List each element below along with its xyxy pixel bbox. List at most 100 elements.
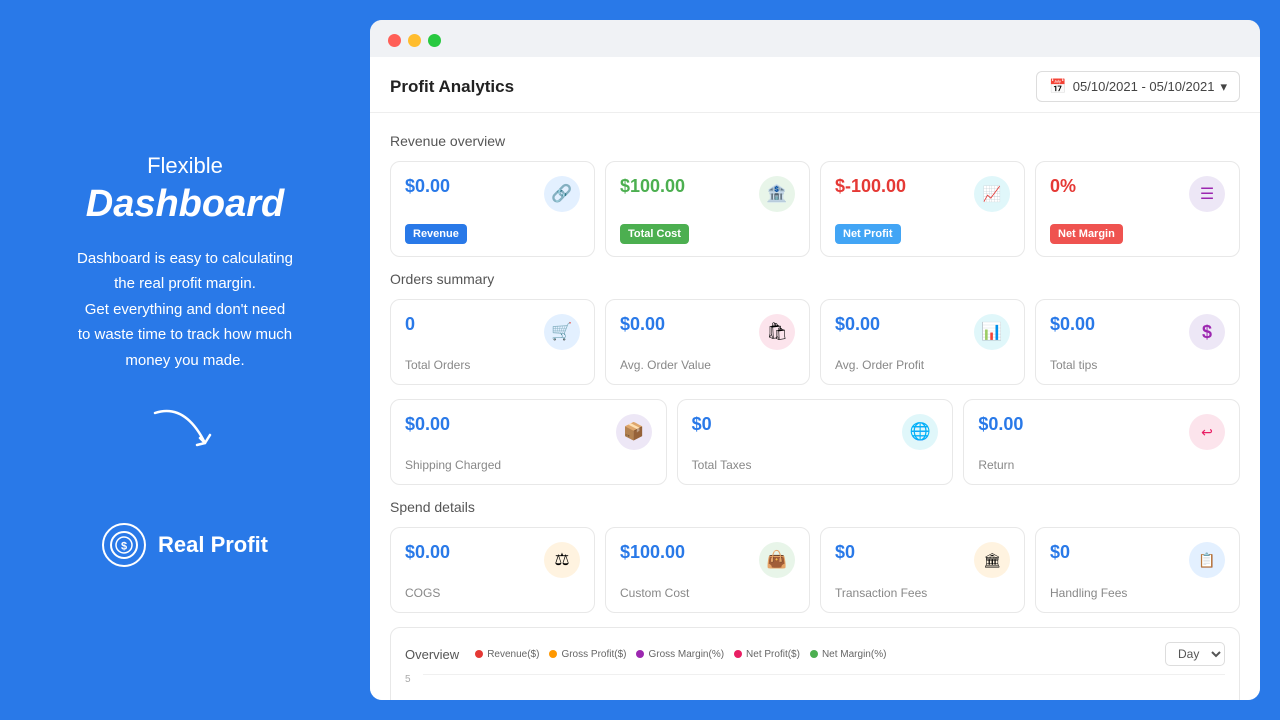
total-cost-card: $100.00 🏦 Total Cost xyxy=(605,161,810,257)
return-label: Return xyxy=(978,458,1225,472)
avg-order-value-icon: 🛍 xyxy=(759,314,795,350)
orders-row1: 0 🛒 Total Orders $0.00 🛍 Avg. Order Valu… xyxy=(390,299,1240,385)
legend-label-net-margin: Net Margin(%) xyxy=(822,649,886,660)
description: Dashboard is easy to calculatingthe real… xyxy=(77,246,293,374)
chart-header: Overview Revenue($) Gross Profit($) xyxy=(405,642,1225,666)
custom-cost-card: $100.00 👜 Custom Cost xyxy=(605,527,810,613)
legend-label-gross-margin: Gross Margin(%) xyxy=(648,649,724,660)
brand-icon: $ xyxy=(102,523,146,567)
legend-gross-margin: Gross Margin(%) xyxy=(636,649,724,660)
total-taxes-label: Total Taxes xyxy=(692,458,939,472)
day-dropdown[interactable]: Day xyxy=(1165,642,1225,666)
total-cost-icon: 🏦 xyxy=(759,176,795,212)
revenue-overview-cards: $0.00 🔗 Revenue $100.00 🏦 Total Cost xyxy=(390,161,1240,257)
dot-green[interactable] xyxy=(428,34,441,47)
arrow-icon xyxy=(145,403,225,463)
net-margin-badge: Net Margin xyxy=(1050,224,1123,244)
cogs-value: $0.00 xyxy=(405,542,450,563)
legend-label-gross-profit: Gross Profit($) xyxy=(561,649,626,660)
return-value: $0.00 xyxy=(978,414,1023,435)
legend-gross-profit: Gross Profit($) xyxy=(549,649,626,660)
custom-cost-value: $100.00 xyxy=(620,542,685,563)
return-card: $0.00 ↩ Return xyxy=(963,399,1240,485)
transaction-fees-value: $0 xyxy=(835,542,855,563)
revenue-badge: Revenue xyxy=(405,224,467,244)
tagline-bold: Dashboard xyxy=(86,183,284,226)
shipping-charged-icon: 📦 xyxy=(616,414,652,450)
spend-details-cards: $0.00 ⚖ COGS $100.00 👜 Custom Cost $0 � xyxy=(390,527,1240,613)
cogs-icon: ⚖ xyxy=(544,542,580,578)
dashboard: Profit Analytics 📅 05/10/2021 - 05/10/20… xyxy=(370,57,1260,700)
custom-cost-icon: 👜 xyxy=(759,542,795,578)
brand-name: Real Profit xyxy=(158,532,268,558)
total-cost-value: $100.00 xyxy=(620,176,685,197)
avg-order-profit-icon: 📊 xyxy=(974,314,1010,350)
avg-order-value-card: $0.00 🛍 Avg. Order Value xyxy=(605,299,810,385)
net-profit-icon: 📈 xyxy=(974,176,1010,212)
chevron-down-icon: ▾ xyxy=(1220,79,1227,95)
dot-yellow[interactable] xyxy=(408,34,421,47)
svg-text:$: $ xyxy=(121,541,127,553)
total-tips-value: $0.00 xyxy=(1050,314,1095,335)
legend-net-profit: Net Profit($) xyxy=(734,649,800,660)
total-taxes-value: $0 xyxy=(692,414,712,435)
legend-revenue: Revenue($) xyxy=(475,649,539,660)
legend-dot-net-profit xyxy=(734,650,742,658)
calendar-icon: 📅 xyxy=(1049,78,1066,95)
chart-legend: Revenue($) Gross Profit($) Gross Margin(… xyxy=(475,649,886,660)
net-profit-card: $-100.00 📈 Net Profit xyxy=(820,161,1025,257)
left-panel: Flexible Dashboard Dashboard is easy to … xyxy=(0,0,370,720)
window-chrome xyxy=(370,20,1260,57)
legend-dot-gross-margin xyxy=(636,650,644,658)
date-picker[interactable]: 📅 05/10/2021 - 05/10/2021 ▾ xyxy=(1036,71,1240,102)
chart-gridline-5 xyxy=(423,674,1225,675)
avg-order-value-value: $0.00 xyxy=(620,314,665,335)
legend-label-revenue: Revenue($) xyxy=(487,649,539,660)
shipping-charged-label: Shipping Charged xyxy=(405,458,652,472)
total-cost-badge: Total Cost xyxy=(620,224,689,244)
net-profit-value: $-100.00 xyxy=(835,176,906,197)
avg-order-profit-card: $0.00 📊 Avg. Order Profit xyxy=(820,299,1025,385)
avg-order-profit-label: Avg. Order Profit xyxy=(835,358,1010,372)
revenue-value: $0.00 xyxy=(405,176,450,197)
tagline-flex: Flexible xyxy=(147,153,223,179)
avg-order-value-label: Avg. Order Value xyxy=(620,358,795,372)
handling-fees-icon: 📋 xyxy=(1189,542,1225,578)
handling-fees-label: Handling Fees xyxy=(1050,586,1225,600)
total-taxes-card: $0 🌐 Total Taxes xyxy=(677,399,954,485)
cogs-label: COGS xyxy=(405,586,580,600)
legend-dot-net-margin xyxy=(810,650,818,658)
revenue-card: $0.00 🔗 Revenue xyxy=(390,161,595,257)
total-orders-card: 0 🛒 Total Orders xyxy=(390,299,595,385)
net-margin-value: 0% xyxy=(1050,176,1076,197)
chart-section: Overview Revenue($) Gross Profit($) xyxy=(390,627,1240,700)
total-taxes-icon: 🌐 xyxy=(902,414,938,450)
net-margin-card: 0% ☰ Net Margin xyxy=(1035,161,1240,257)
transaction-fees-icon: 🏛 xyxy=(974,542,1010,578)
legend-net-margin: Net Margin(%) xyxy=(810,649,886,660)
revenue-overview-label: Revenue overview xyxy=(390,133,1240,149)
spend-details-label: Spend details xyxy=(390,499,1240,515)
cogs-card: $0.00 ⚖ COGS xyxy=(390,527,595,613)
revenue-icon: 🔗 xyxy=(544,176,580,212)
shipping-charged-card: $0.00 📦 Shipping Charged xyxy=(390,399,667,485)
chart-area: 5 4 xyxy=(405,674,1225,700)
handling-fees-card: $0 📋 Handling Fees xyxy=(1035,527,1240,613)
dash-header: Profit Analytics 📅 05/10/2021 - 05/10/20… xyxy=(370,57,1260,113)
legend-dot-revenue xyxy=(475,650,483,658)
custom-cost-label: Custom Cost xyxy=(620,586,795,600)
shipping-charged-value: $0.00 xyxy=(405,414,450,435)
chart-title: Overview xyxy=(405,647,459,662)
handling-fees-value: $0 xyxy=(1050,542,1070,563)
total-orders-label: Total Orders xyxy=(405,358,580,372)
dash-body: Revenue overview $0.00 🔗 Revenue $100.00… xyxy=(370,113,1260,700)
total-tips-card: $0.00 $ Total tips xyxy=(1035,299,1240,385)
net-profit-badge: Net Profit xyxy=(835,224,901,244)
right-panel: Profit Analytics 📅 05/10/2021 - 05/10/20… xyxy=(370,20,1260,700)
total-orders-icon: 🛒 xyxy=(544,314,580,350)
legend-dot-gross-profit xyxy=(549,650,557,658)
net-margin-icon: ☰ xyxy=(1189,176,1225,212)
return-icon: ↩ xyxy=(1189,414,1225,450)
total-orders-value: 0 xyxy=(405,314,415,335)
dot-red[interactable] xyxy=(388,34,401,47)
